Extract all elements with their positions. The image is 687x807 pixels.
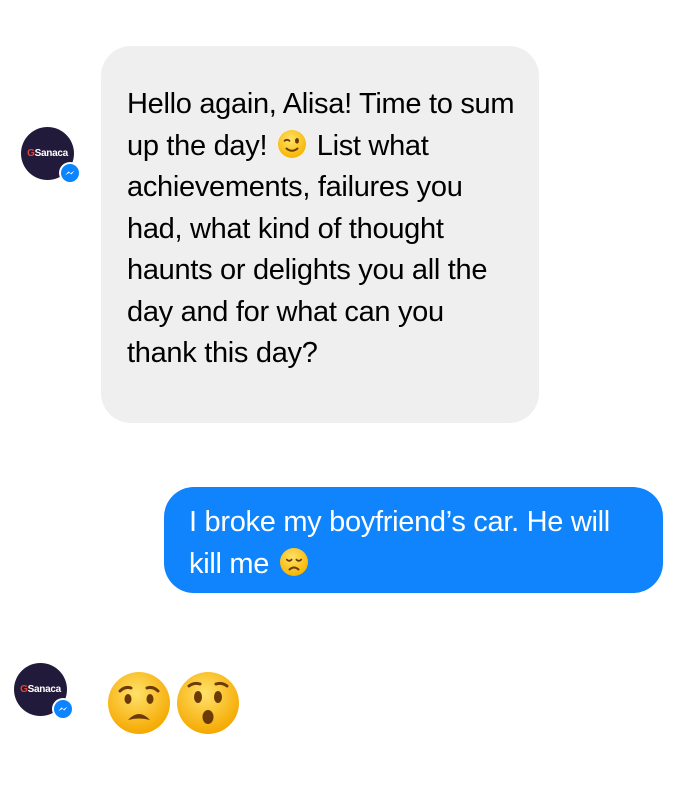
messenger-icon bbox=[61, 164, 79, 182]
messenger-icon bbox=[54, 700, 72, 718]
messenger-badge bbox=[59, 162, 81, 184]
avatar-logo-mark: G bbox=[27, 148, 35, 159]
bot-avatar[interactable]: GSanaca bbox=[14, 663, 74, 720]
incoming-message-bubble[interactable]: Hello again, Alisa! Time to sum up the d… bbox=[101, 46, 539, 423]
message-text-part-2: List what achievements, failures you had… bbox=[127, 129, 488, 370]
bot-avatar[interactable]: GSanaca bbox=[21, 127, 81, 184]
hushed-face-emoji-icon bbox=[177, 672, 239, 734]
anguished-face-emoji-icon bbox=[108, 672, 170, 734]
reply-text: I broke my boyfriend’s car. He will kill… bbox=[189, 506, 610, 580]
avatar-brand-text: Sanaca bbox=[27, 684, 62, 695]
messenger-badge bbox=[52, 698, 74, 720]
avatar-brand-text: Sanaca bbox=[34, 148, 69, 159]
outgoing-message-bubble[interactable]: I broke my boyfriend’s car. He will kill… bbox=[164, 487, 663, 593]
winking-face-emoji-icon bbox=[277, 129, 306, 158]
avatar-logo: GSanaca bbox=[21, 148, 74, 159]
disappointed-face-emoji-icon bbox=[279, 547, 308, 576]
avatar-logo: GSanaca bbox=[14, 684, 67, 695]
avatar-logo-mark: G bbox=[20, 684, 28, 695]
